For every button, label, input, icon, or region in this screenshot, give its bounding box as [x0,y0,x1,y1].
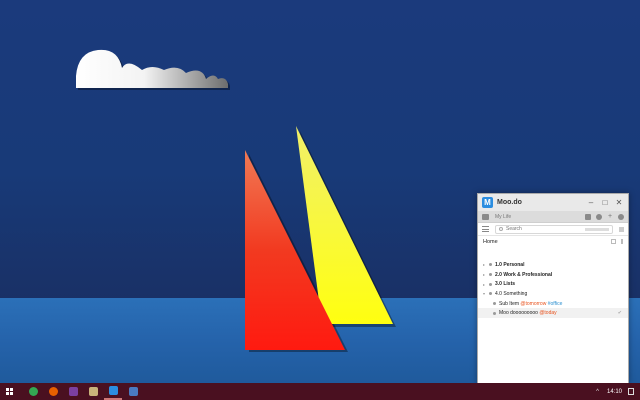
chevron-up-icon[interactable]: ^ [596,389,599,395]
clock[interactable]: 14:10 [607,389,622,395]
date-tag: @today [539,310,557,317]
bullet-icon[interactable] [493,302,496,306]
maximize-icon[interactable]: □ [600,198,610,208]
system-tray: ^ 14:10 [596,383,640,400]
close-icon[interactable]: ✕ [614,198,624,208]
taskbar-explorer[interactable] [84,383,102,400]
folder-icon[interactable] [482,213,489,220]
toolbar: My Life + [478,211,628,223]
bullet-icon[interactable] [489,292,492,296]
windows-icon [5,388,13,395]
menu-icon[interactable] [482,226,489,232]
title-bar[interactable]: M Moo.do – □ ✕ [478,194,628,211]
bullet-icon[interactable] [489,273,492,277]
cloud-graphic [76,49,228,88]
list-item[interactable]: Sub Item @tomorrow #office [478,299,628,309]
search-input[interactable] [506,226,576,232]
expand-arrow-icon[interactable]: ▸ [483,262,487,267]
list-item-label: 2.0 Work & Professional [495,271,553,278]
chrome-icon [28,387,38,396]
more-icon[interactable] [621,239,623,244]
heart-icon[interactable] [596,213,602,220]
search-row [478,223,628,236]
list-item-label: 3.0 Lists [495,281,516,288]
outline-tree: ▸ 1.0 Personal ▸ 2.0 Work & Professional… [478,247,628,319]
panel-toggle-icon[interactable] [611,239,616,244]
expand-arrow-icon[interactable]: ▸ [483,282,487,287]
bullet-icon[interactable] [489,282,492,286]
taskbar-chrome[interactable] [24,383,42,400]
list-item[interactable]: ▾ 4.0 Something [478,289,628,299]
minimize-icon[interactable]: – [586,198,596,208]
moodo-logo-icon: M [482,197,493,208]
list-item-label: 4.0 Something [495,290,528,297]
start-button[interactable] [2,383,16,400]
calendar-icon[interactable] [619,226,624,232]
list-item[interactable]: Moo dooooooooo @today ✔ [478,308,628,319]
search-filter-icons[interactable] [585,227,609,231]
taskbar-moodo[interactable] [104,383,122,400]
window-title: Moo.do [497,199,522,206]
bullet-icon[interactable] [493,311,496,315]
checkmark-icon[interactable]: ✔ [618,310,622,316]
onenote-icon [68,387,78,396]
firefox-icon [48,387,58,396]
moodo-icon [108,386,118,395]
collapse-arrow-icon[interactable]: ▾ [483,291,487,296]
list-item[interactable]: ▸ 1.0 Personal [478,260,628,270]
list-item-label: Sub Item @tomorrow #office [499,300,563,307]
expand-arrow-icon[interactable]: ▸ [483,272,487,277]
search-box[interactable] [495,224,613,234]
list-item[interactable]: ▸ 2.0 Work & Professional [478,270,628,280]
taskbar: ^ 14:10 [0,383,640,400]
panel-header: Home [478,236,628,247]
taskbar-notepad[interactable] [124,383,142,400]
search-icon [499,227,503,231]
list-item[interactable]: ▸ 3.0 Lists [478,279,628,289]
list-item-label: Moo dooooooooo @today [499,310,557,317]
hashtag: #office [547,300,563,307]
breadcrumb[interactable]: My Life [495,214,580,220]
inbox-icon[interactable] [585,213,591,220]
panel-title: Home [483,238,498,245]
settings-icon[interactable] [618,213,624,220]
explorer-icon [88,387,98,396]
taskbar-firefox[interactable] [44,383,62,400]
taskbar-onenote[interactable] [64,383,82,400]
moodo-window[interactable]: M Moo.do – □ ✕ My Life + Home ▸ 1.0 Pers… [477,193,629,384]
list-item-label: 1.0 Personal [495,261,525,268]
notification-icon[interactable] [628,388,634,395]
date-tag: @tomorrow [520,300,547,307]
add-icon[interactable]: + [607,213,613,220]
bullet-icon[interactable] [489,263,492,267]
notepad-icon [128,387,138,396]
